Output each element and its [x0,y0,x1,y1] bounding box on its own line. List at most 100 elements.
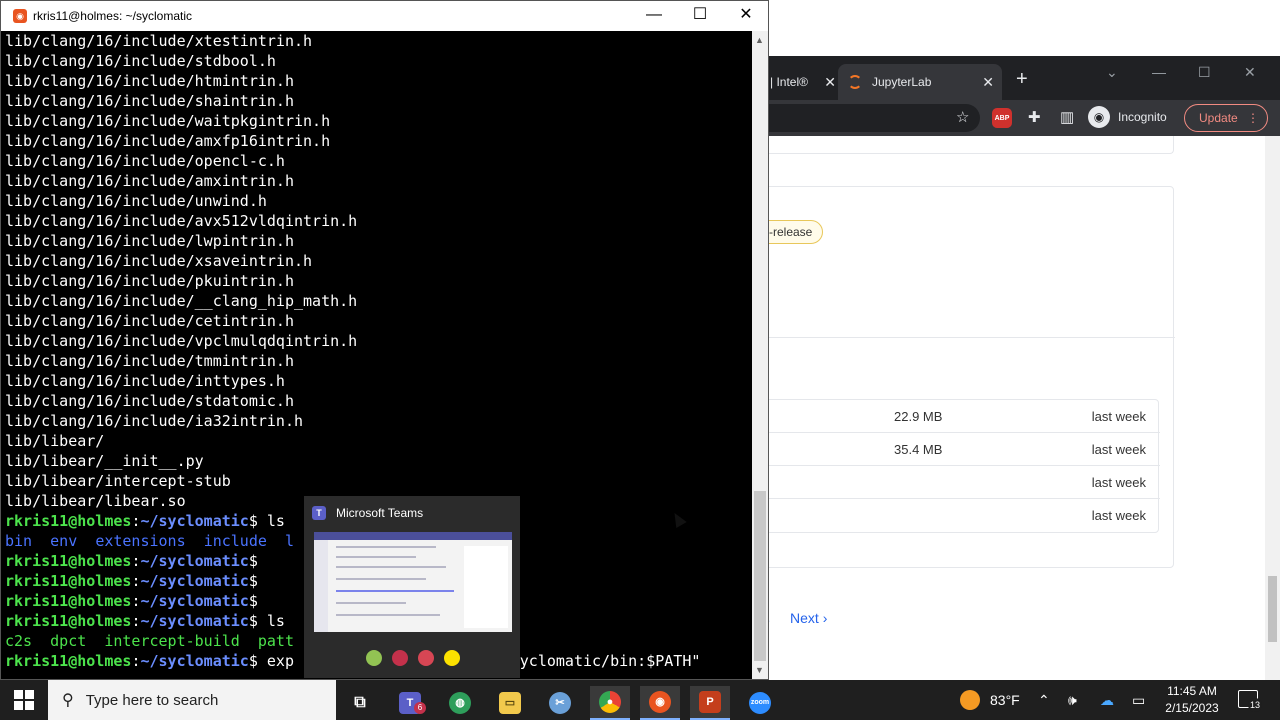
release-card: 22.9 MB last week 35.4 MB last week last… [760,186,1175,568]
prompt-path: ~/syclomatic [140,592,249,610]
minimize-icon[interactable]: — [1152,64,1166,80]
output-line: lib/clang/16/include/unwind.h [5,192,267,210]
output-line: lib/clang/16/include/xsaveintrin.h [5,252,313,270]
output-line: lib/clang/16/include/amxintrin.h [5,172,294,190]
taskbar-powerpoint[interactable]: P [690,686,730,720]
chrome-icon: ● [599,691,621,713]
volume-icon[interactable]: 🕪 [1068,692,1077,709]
web-page-content: 22.9 MB last week 35.4 MB last week last… [760,136,1265,680]
output-line: lib/clang/16/include/pkuintrin.h [5,272,294,290]
update-button[interactable]: Update ⋮ [1184,104,1268,132]
side-panel-icon[interactable]: ▥ [1060,108,1074,126]
release-tag-badge[interactable]: -release [760,220,824,244]
address-bar[interactable] [760,104,980,132]
list-item[interactable]: 35.4 MB last week [762,433,1160,466]
executable-entry: patt [257,632,294,650]
bookmark-star-icon[interactable]: ☆ [956,108,969,126]
teams-taskbar-preview[interactable]: T Microsoft Teams [304,496,520,678]
prompt-user: rkris11@holmes [5,652,132,670]
task-view-icon: ⧉ [354,694,366,711]
ubuntu-terminal-icon: ◉ [13,9,27,23]
prompt-path: ~/syclomatic [140,612,249,630]
tab-intel[interactable]: | Intel® ✕ [770,64,836,100]
away-status-icon[interactable] [444,650,460,666]
file-date: last week [1091,442,1146,457]
teams-preview-thumbnail[interactable] [314,532,512,632]
terminal-scrollbar[interactable]: ▲ ▼ [752,31,768,679]
available-status-icon[interactable] [366,650,382,666]
menu-kebab-icon[interactable]: ⋮ [1247,111,1259,125]
preview-line [336,590,454,592]
show-hidden-icons-chevron-icon[interactable]: ⌃ [1038,692,1050,709]
tab-jupyterlab[interactable]: JupyterLab ✕ [838,64,1002,100]
incognito-indicator[interactable]: ◉ Incognito [1088,106,1167,128]
terminal-titlebar[interactable]: ◉ rkris11@holmes: ~/syclomatic — ☐ ✕ [1,1,768,31]
tab-intel-close-icon[interactable]: ✕ [824,74,836,91]
close-window-icon[interactable]: ✕ [723,5,769,27]
list-item[interactable]: last week [762,466,1160,499]
prompt-user: rkris11@holmes [5,592,132,610]
chrome-window[interactable]: | Intel® ✕ JupyterLab ✕ + ⌄ — ☐ ✕ ☆ ABP … [760,56,1280,680]
command-ls: ls [266,512,285,530]
windows-start-icon[interactable] [14,690,34,710]
scroll-up-icon[interactable]: ▲ [755,35,764,45]
taskbar-snipping[interactable]: ✂ [540,686,580,720]
directory-entry: bin [5,532,33,550]
new-tab-button[interactable]: + [1016,68,1028,91]
taskbar-search-box[interactable]: ⚲ Type here to search [48,680,336,720]
executable-entry: c2s [5,632,33,650]
maximize-icon[interactable]: ☐ [677,5,723,27]
executable-entry: intercept-build [104,632,240,650]
file-date: last week [1091,508,1146,523]
weather-sun-icon[interactable] [960,690,980,710]
extensions-puzzle-icon[interactable]: ✚ [1028,108,1041,126]
globe-icon: ◍ [449,692,471,714]
taskbar-maps[interactable]: ◍ [440,686,480,720]
command-export-start: exp [266,652,294,670]
adblock-plus-icon[interactable]: ABP [992,108,1012,128]
assets-list: 22.9 MB last week 35.4 MB last week last… [761,399,1160,533]
task-view-button[interactable]: ⧉ [340,686,380,720]
onedrive-cloud-icon[interactable]: ☁ [1100,692,1114,709]
close-window-icon[interactable]: ✕ [1244,64,1256,81]
folder-icon: ▭ [499,692,521,714]
powerpoint-icon: P [699,691,721,713]
temperature[interactable]: 83°F [990,692,1020,708]
output-line: lib/clang/16/include/htmintrin.h [5,72,294,90]
taskbar-teams[interactable]: T 6 [390,686,430,720]
taskbar-zoom[interactable]: zoom [740,686,780,720]
output-line: lib/clang/16/include/vpclmulqdqintrin.h [5,332,358,350]
maximize-icon[interactable]: ☐ [1198,64,1211,81]
page-scrollbar[interactable] [1265,136,1280,680]
tab-jupyterlab-close-icon[interactable]: ✕ [982,74,994,91]
tab-search-chevron-icon[interactable]: ⌄ [1106,64,1118,81]
file-size: 35.4 MB [894,442,943,457]
taskbar-ubuntu-terminal[interactable]: ◉ [640,686,680,720]
scroll-down-icon[interactable]: ▼ [755,665,764,675]
notification-count: 13 [1248,698,1262,712]
page-scrollbar-thumb[interactable] [1268,576,1277,642]
list-item[interactable]: 22.9 MB last week [762,400,1160,433]
windows-taskbar: ⚲ Type here to search ⧉ T 6 ◍ ▭ ✂ ● ◉ P … [0,680,1280,720]
taskbar-chrome[interactable]: ● [590,686,630,720]
do-not-disturb-icon[interactable] [418,650,434,666]
terminal-scrollbar-thumb[interactable] [754,491,766,661]
system-clock[interactable]: 11:45 AM 2/15/2023 [1156,683,1228,717]
minimize-icon[interactable]: — [631,5,677,27]
output-line: lib/clang/16/include/amxfp16intrin.h [5,132,331,150]
teams-preview-title: Microsoft Teams [336,506,424,520]
network-icon[interactable]: ▭ [1132,692,1145,709]
prompt-path: ~/syclomatic [140,552,249,570]
next-page-link[interactable]: Next › [790,610,827,626]
ubuntu-icon: ◉ [649,691,671,713]
prompt-user: rkris11@holmes [5,512,132,530]
taskbar-file-explorer[interactable]: ▭ [490,686,530,720]
list-item[interactable]: last week [762,499,1160,532]
file-size: 22.9 MB [894,409,943,424]
busy-status-icon[interactable] [392,650,408,666]
browser-tabstrip: | Intel® ✕ JupyterLab ✕ + ⌄ — ☐ ✕ [760,56,1280,100]
